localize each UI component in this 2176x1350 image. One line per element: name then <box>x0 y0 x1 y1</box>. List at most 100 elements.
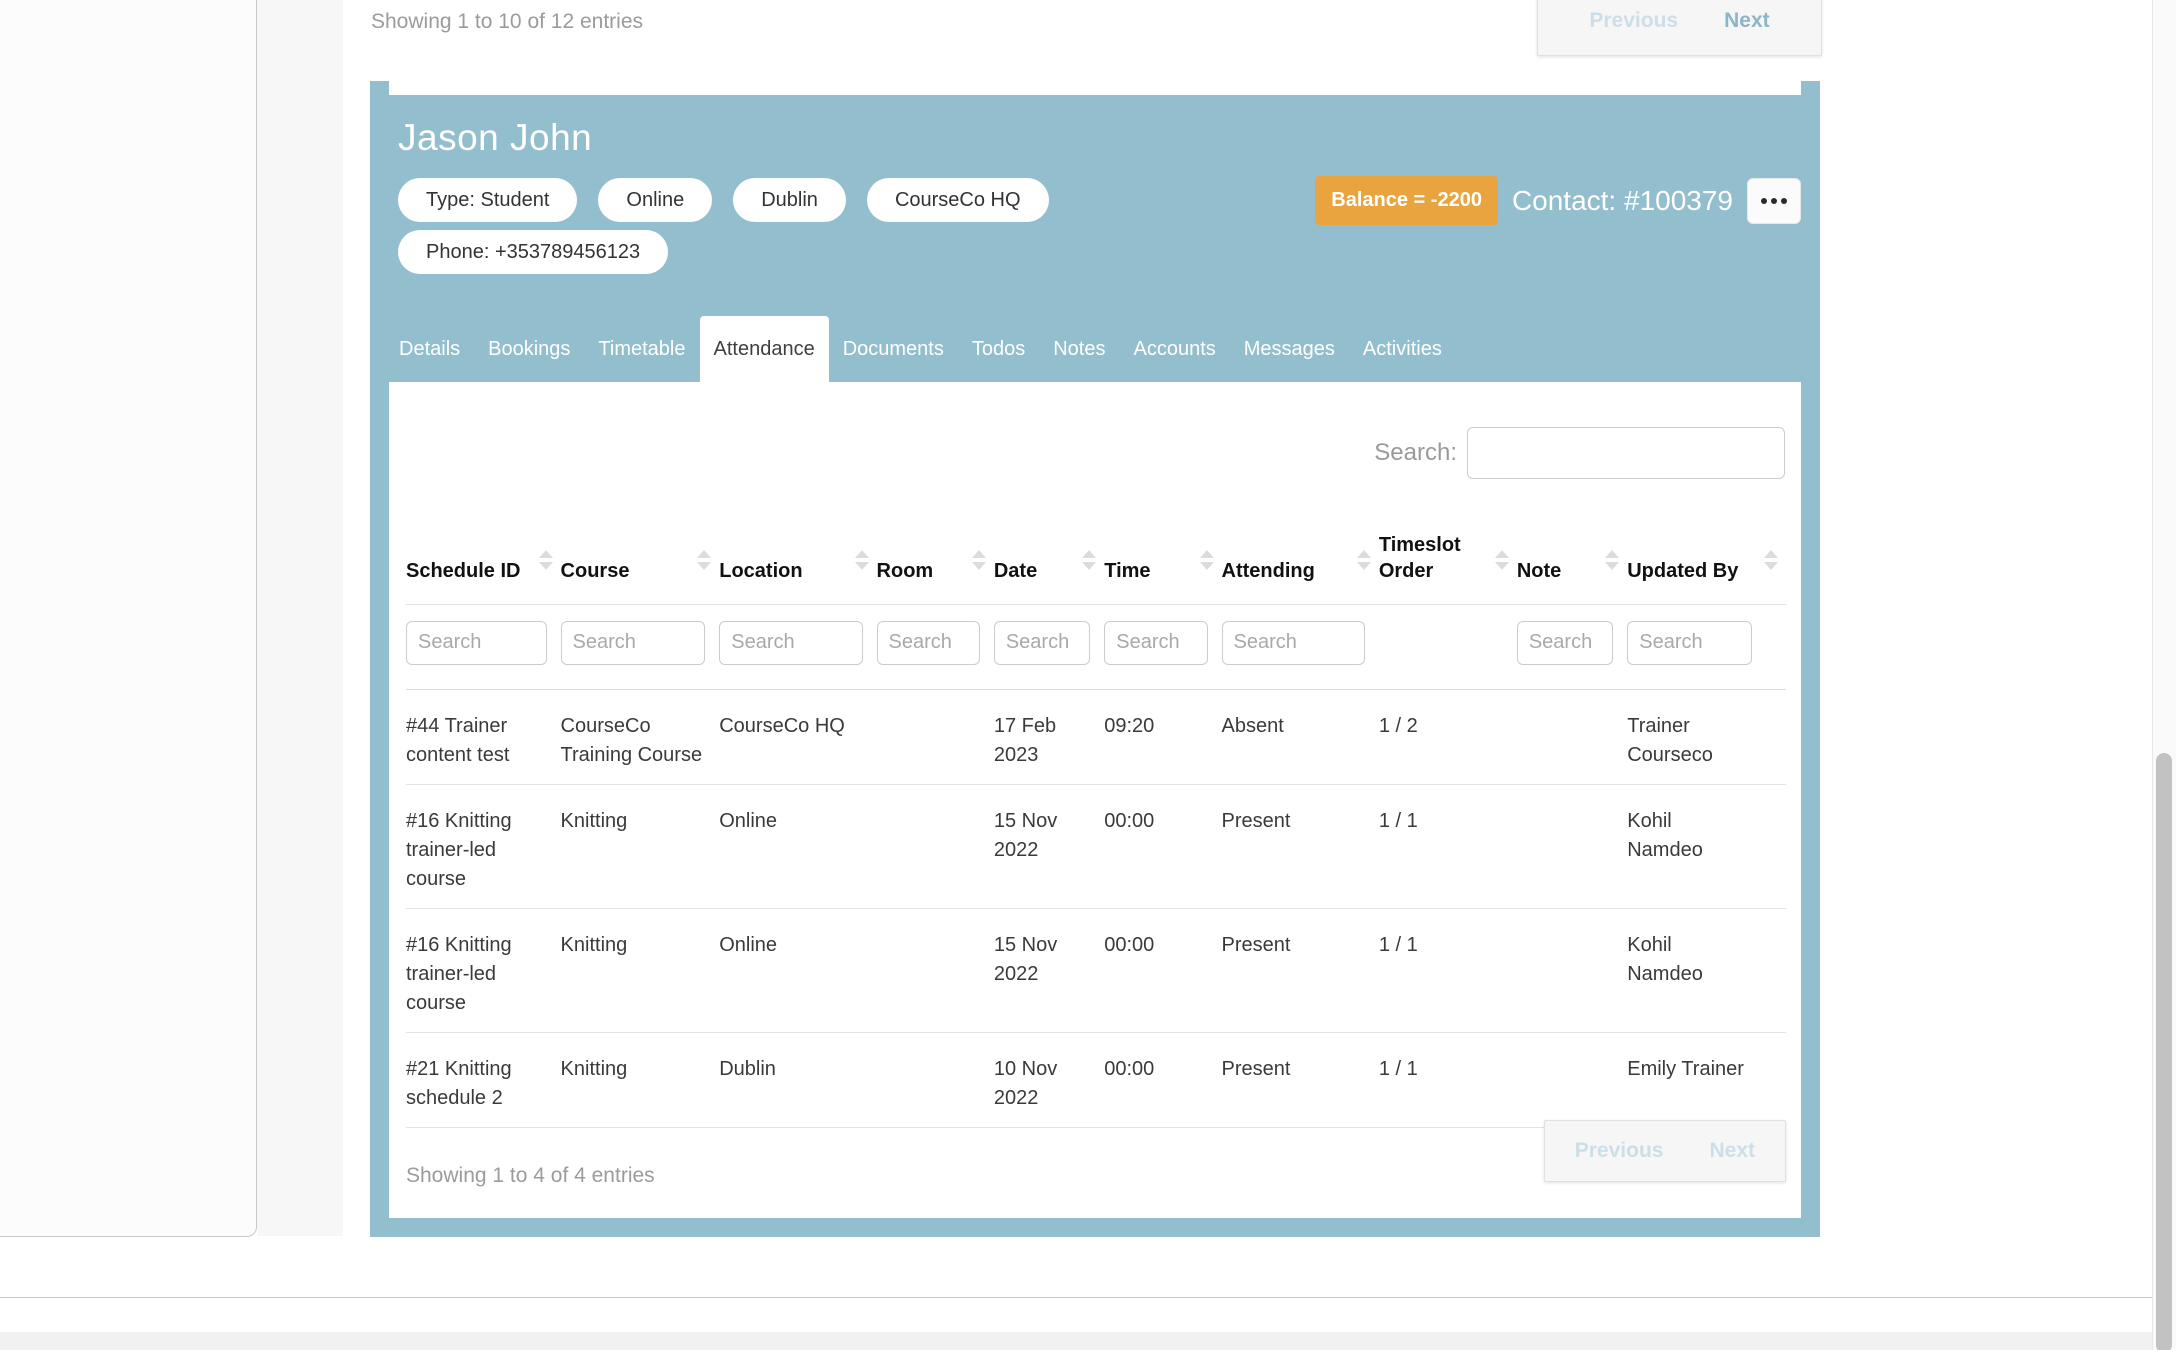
sort-icon <box>972 550 986 570</box>
sort-down-icon <box>1357 562 1371 570</box>
filter-input-attending[interactable] <box>1222 621 1365 665</box>
sort-icon <box>697 550 711 570</box>
filter-cell <box>1517 604 1627 689</box>
tab-timetable[interactable]: Timetable <box>584 316 699 382</box>
attendance-panel: Search: Schedule IDCourse LocationRoomDat… <box>389 382 1801 1218</box>
tab-attendance[interactable]: Attendance <box>700 316 829 382</box>
sort-up-icon <box>1764 550 1778 558</box>
more-options-button[interactable] <box>1747 178 1801 224</box>
sort-up-icon <box>697 550 711 558</box>
filter-cell <box>1379 604 1517 689</box>
column-header-note[interactable]: Note <box>1517 512 1627 604</box>
sort-up-icon <box>539 550 553 558</box>
cell-timeslot-order: 1 / 1 <box>1379 784 1517 908</box>
column-header-location[interactable]: Location <box>719 512 876 604</box>
next-button[interactable]: Next <box>1709 1139 1755 1163</box>
column-header-updated-by[interactable]: Updated By <box>1627 512 1786 604</box>
profile-header-right: Balance = -2200 Contact: #100379 <box>1315 176 1801 225</box>
column-label: Time <box>1104 560 1150 582</box>
tab-activities[interactable]: Activities <box>1349 316 1456 382</box>
column-header-course[interactable]: Course <box>561 512 720 604</box>
cell-date: 10 Nov 2022 <box>994 1032 1104 1127</box>
column-label: Attending <box>1222 560 1315 582</box>
vertical-scrollbar[interactable] <box>2152 0 2176 1350</box>
cell-date: 17 Feb 2023 <box>994 689 1104 784</box>
tab-messages[interactable]: Messages <box>1230 316 1349 382</box>
sort-down-icon <box>1200 562 1214 570</box>
card-corner-right <box>1801 81 1820 95</box>
cell-timeslot-order: 1 / 1 <box>1379 1032 1517 1127</box>
filter-input-room[interactable] <box>877 621 980 665</box>
filter-cell <box>406 604 561 689</box>
tab-todos[interactable]: Todos <box>958 316 1039 382</box>
search-input[interactable] <box>1467 427 1785 479</box>
filter-input-location[interactable] <box>719 621 862 665</box>
previous-button[interactable]: Previous <box>1575 1139 1664 1163</box>
cell-location: Dublin <box>719 1032 876 1127</box>
tab-bookings[interactable]: Bookings <box>474 316 584 382</box>
tab-details[interactable]: Details <box>385 316 474 382</box>
sort-down-icon <box>1495 562 1509 570</box>
filter-input-time[interactable] <box>1104 621 1207 665</box>
column-header-timeslot-order[interactable]: Timeslot Order <box>1379 512 1517 604</box>
table-search: Search: <box>1374 427 1785 479</box>
column-label: Course <box>561 560 630 582</box>
column-label: Updated By <box>1627 560 1738 582</box>
column-label: Timeslot Order <box>1379 534 1461 582</box>
filter-cell <box>561 604 720 689</box>
cell-schedule-id: #16 Knitting trainer-led course <box>406 908 561 1032</box>
profile-badges: Type: StudentOnlineDublinCourseCo HQPhon… <box>398 178 1049 274</box>
cell-date: 15 Nov 2022 <box>994 784 1104 908</box>
profile-badge: Dublin <box>733 178 846 222</box>
scrollbar-thumb[interactable] <box>2156 753 2172 1350</box>
sort-icon <box>1495 550 1509 570</box>
filter-input-updated-by[interactable] <box>1627 621 1752 665</box>
cell-note <box>1517 908 1627 1032</box>
cell-schedule-id: #21 Knitting schedule 2 <box>406 1032 561 1127</box>
sort-icon <box>855 550 869 570</box>
profile-badge: CourseCo HQ <box>867 178 1049 222</box>
student-profile-card: Jason John Type: StudentOnlineDublinCour… <box>370 81 1820 1237</box>
cell-time: 00:00 <box>1104 1032 1221 1127</box>
sort-down-icon <box>697 562 711 570</box>
previous-button[interactable]: Previous <box>1589 9 1678 33</box>
sort-icon <box>1605 550 1619 570</box>
badge-row: Type: StudentOnlineDublinCourseCo HQ <box>398 178 1049 222</box>
sort-up-icon <box>855 550 869 558</box>
filter-cell <box>994 604 1104 689</box>
column-header-schedule-id[interactable]: Schedule ID <box>406 512 561 604</box>
column-header-room[interactable]: Room <box>877 512 994 604</box>
sort-up-icon <box>1495 550 1509 558</box>
column-header-attending[interactable]: Attending <box>1222 512 1379 604</box>
tab-notes[interactable]: Notes <box>1039 316 1119 382</box>
cell-location: Online <box>719 908 876 1032</box>
profile-badge: Phone: +353789456123 <box>398 230 668 274</box>
cell-room <box>877 784 994 908</box>
sort-down-icon <box>539 562 553 570</box>
sidebar-panel <box>0 0 257 1237</box>
card-corner-left <box>370 81 389 95</box>
ellipsis-icon <box>1771 198 1777 204</box>
next-button[interactable]: Next <box>1724 9 1770 33</box>
filter-input-schedule-id[interactable] <box>406 621 547 665</box>
column-header-time[interactable]: Time <box>1104 512 1221 604</box>
cell-date: 15 Nov 2022 <box>994 908 1104 1032</box>
sort-down-icon <box>1605 562 1619 570</box>
cell-room <box>877 908 994 1032</box>
sort-icon <box>1082 550 1096 570</box>
filter-input-note[interactable] <box>1517 621 1613 665</box>
sort-up-icon <box>1357 550 1371 558</box>
attendance-filter-row <box>406 604 1786 689</box>
cell-schedule-id: #16 Knitting trainer-led course <box>406 784 561 908</box>
sort-up-icon <box>1200 550 1214 558</box>
column-header-date[interactable]: Date <box>994 512 1104 604</box>
sort-up-icon <box>1082 550 1096 558</box>
profile-badge: Online <box>598 178 712 222</box>
cell-room <box>877 689 994 784</box>
filter-input-date[interactable] <box>994 621 1090 665</box>
tab-accounts[interactable]: Accounts <box>1119 316 1229 382</box>
filter-input-course[interactable] <box>561 621 706 665</box>
ellipsis-icon <box>1761 198 1767 204</box>
cell-note <box>1517 1032 1627 1127</box>
tab-documents[interactable]: Documents <box>829 316 958 382</box>
